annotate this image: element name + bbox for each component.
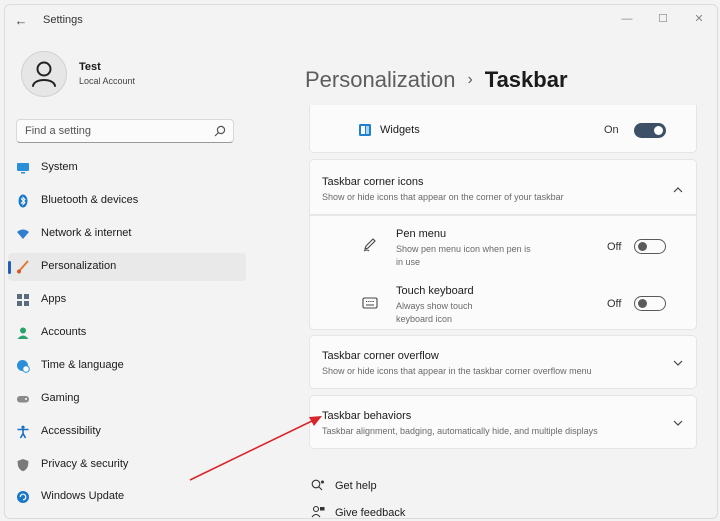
settings-window: ← Settings — ☐ ✕ Test Local Account Find…	[4, 4, 718, 519]
widgets-state: On	[604, 124, 619, 136]
pen-menu-desc: Show pen menu icon when pen is in use	[396, 244, 531, 267]
breadcrumb-separator: ›	[467, 71, 473, 88]
corner-icons-title: Taskbar corner icons	[322, 176, 424, 188]
maximize-icon[interactable]: ☐	[653, 9, 673, 29]
widgets-toggle[interactable]	[634, 123, 666, 138]
corner-icons-panel: Pen menu Show pen menu icon when pen is …	[309, 215, 697, 330]
person-icon	[17, 327, 29, 339]
sidebar-item-label: Apps	[41, 293, 67, 305]
sidebar-item-privacy[interactable]: Privacy & security	[8, 451, 246, 479]
search-icon	[214, 125, 226, 137]
gamepad-icon	[17, 396, 29, 403]
close-icon[interactable]: ✕	[689, 9, 709, 29]
sidebar-item-gaming[interactable]: Gaming	[8, 385, 246, 413]
search-placeholder: Find a setting	[25, 125, 92, 137]
help-icon	[311, 479, 324, 491]
corner-icons-desc: Show or hide icons that appear on the co…	[322, 192, 564, 202]
widgets-label: Widgets	[380, 124, 420, 136]
sidebar-item-label: Network & internet	[41, 227, 132, 239]
page-title: Taskbar	[484, 67, 568, 92]
get-help-link[interactable]: Get help	[335, 480, 377, 492]
corner-icons-header[interactable]: Taskbar corner icons Show or hide icons …	[309, 159, 697, 215]
user-name: Test	[79, 61, 101, 73]
app-title: Settings	[43, 14, 83, 26]
avatar[interactable]	[21, 51, 67, 97]
apps-icon	[17, 294, 29, 306]
sidebar-item-label: Accounts	[41, 326, 87, 338]
breadcrumb-parent[interactable]: Personalization	[305, 67, 455, 92]
chevron-down-icon[interactable]	[672, 357, 684, 369]
pen-menu-state: Off	[607, 241, 622, 253]
sidebar-item-personalization[interactable]: Personalization	[8, 253, 246, 281]
pen-icon	[363, 238, 376, 252]
behaviors-desc: Taskbar alignment, badging, automaticall…	[322, 426, 598, 436]
sidebar-item-system[interactable]: System	[8, 154, 246, 182]
title-bar: ← Settings — ☐ ✕	[5, 5, 717, 37]
sidebar-item-accessibility[interactable]: Accessibility	[8, 418, 246, 446]
sidebar-item-time-language[interactable]: Time & language	[8, 352, 246, 380]
touch-keyboard-desc: Always show touch keyboard icon	[396, 301, 473, 324]
sidebar-item-bluetooth[interactable]: Bluetooth & devices	[8, 187, 246, 215]
shield-icon	[17, 459, 29, 472]
corner-overflow-card[interactable]: Taskbar corner overflow Show or hide ico…	[309, 335, 697, 389]
behaviors-title: Taskbar behaviors	[322, 410, 412, 422]
chevron-down-icon[interactable]	[672, 417, 684, 429]
account-type: Local Account	[79, 76, 136, 86]
sidebar-item-accounts[interactable]: Accounts	[8, 319, 246, 347]
wifi-icon	[17, 229, 29, 239]
sidebar-item-label: System	[41, 161, 78, 173]
back-arrow-icon[interactable]: ←	[13, 13, 29, 29]
touch-keyboard-title: Touch keyboard	[396, 285, 474, 297]
chevron-up-icon[interactable]	[672, 184, 684, 196]
active-indicator	[8, 261, 11, 274]
monitor-icon	[17, 163, 29, 174]
sidebar-item-windows-update[interactable]: Windows Update	[8, 483, 246, 511]
update-icon	[17, 491, 29, 503]
bluetooth-icon	[18, 194, 28, 208]
keyboard-icon	[362, 297, 378, 309]
sidebar-item-label: Windows Update	[41, 490, 125, 502]
brush-icon	[17, 260, 29, 274]
corner-overflow-title: Taskbar corner overflow	[322, 350, 439, 362]
accessibility-icon	[17, 425, 29, 439]
widgets-icon	[359, 124, 371, 136]
sidebar-item-label: Bluetooth & devices	[41, 194, 139, 206]
feedback-icon	[311, 505, 325, 518]
touch-keyboard-state: Off	[607, 298, 622, 310]
scrollbar[interactable]	[717, 225, 718, 425]
sidebar-item-apps[interactable]: Apps	[8, 286, 246, 314]
minimize-icon[interactable]: —	[617, 9, 637, 29]
sidebar-item-label: Gaming	[41, 392, 80, 404]
breadcrumb: Personalization › Taskbar	[305, 67, 568, 93]
pen-menu-title: Pen menu	[396, 228, 447, 240]
give-feedback-link[interactable]: Give feedback	[335, 507, 405, 518]
person-icon	[32, 61, 56, 87]
sidebar-item-label: Personalization	[41, 260, 117, 272]
touch-keyboard-toggle[interactable]	[634, 296, 666, 311]
sidebar-item-network[interactable]: Network & internet	[8, 220, 246, 248]
search-input[interactable]: Find a setting	[16, 119, 234, 143]
pen-menu-toggle[interactable]	[634, 239, 666, 254]
widgets-row[interactable]: Widgets On	[309, 105, 697, 153]
sidebar-item-label: Accessibility	[41, 425, 101, 437]
corner-overflow-desc: Show or hide icons that appear in the ta…	[322, 366, 592, 376]
behaviors-card[interactable]: Taskbar behaviors Taskbar alignment, bad…	[309, 395, 697, 449]
sidebar-item-label: Privacy & security	[41, 458, 129, 470]
sidebar-item-label: Time & language	[41, 359, 124, 371]
globe-clock-icon	[17, 360, 30, 373]
